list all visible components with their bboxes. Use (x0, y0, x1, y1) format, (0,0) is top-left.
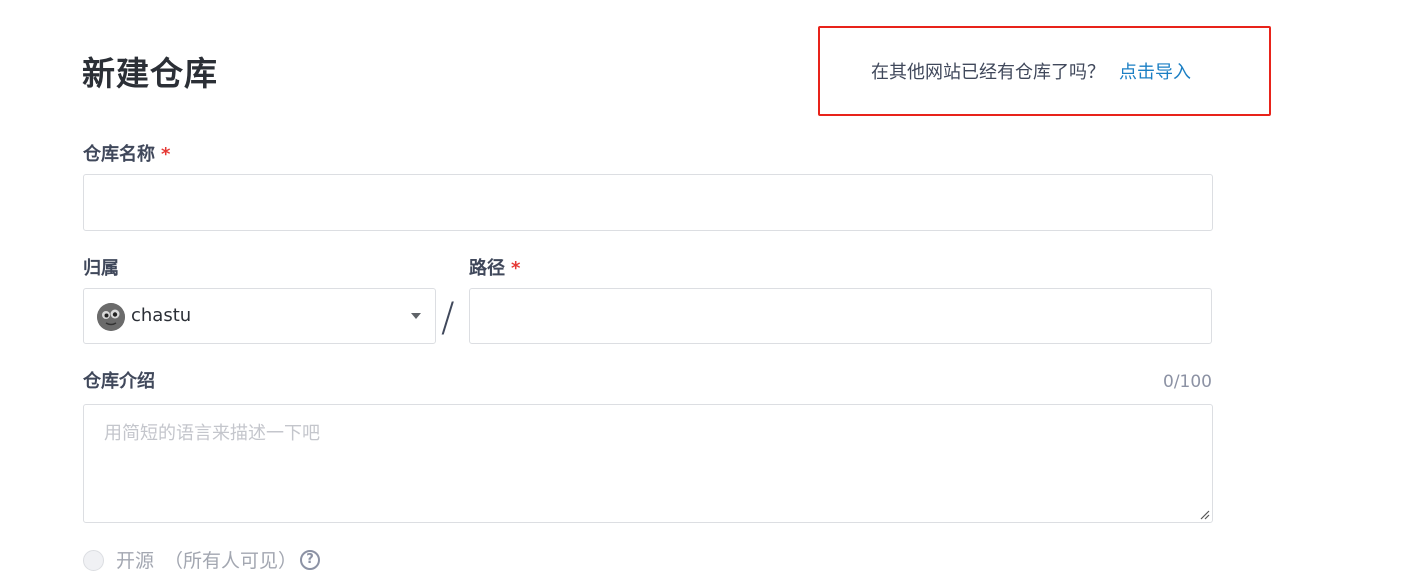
open-source-note: （所有人可见） (164, 550, 298, 572)
import-prompt-text: 在其他网站已经有仓库了吗？ (871, 62, 1105, 83)
required-star: * (511, 258, 521, 279)
description-placeholder: 用简短的语言来描述一下吧 (104, 423, 320, 444)
avatar-icon (97, 303, 125, 331)
owner-label: 归属 (83, 258, 119, 279)
owner-select[interactable]: chastu (83, 288, 436, 344)
import-link[interactable]: 点击导入 (1119, 62, 1191, 83)
description-label: 仓库介绍 (83, 371, 155, 392)
import-prompt: 在其他网站已经有仓库了吗？ 点击导入 (871, 60, 1191, 86)
resize-handle-icon[interactable] (1198, 508, 1210, 520)
question-circle-icon[interactable]: ? (300, 550, 320, 570)
repo-name-label: 仓库名称 * (83, 143, 170, 167)
repo-name-label-text: 仓库名称 (83, 144, 155, 165)
description-char-counter: 0/100 (1163, 372, 1212, 392)
path-input[interactable] (469, 288, 1212, 344)
page-title: 新建仓库 (82, 54, 218, 93)
path-label-text: 路径 (469, 258, 505, 279)
path-label: 路径 * (469, 257, 520, 281)
repo-name-input[interactable] (83, 174, 1213, 231)
open-source-label: 开源 （所有人可见） (116, 548, 297, 574)
required-star: * (161, 144, 171, 165)
chevron-down-icon (411, 313, 421, 319)
description-textarea[interactable]: 用简短的语言来描述一下吧 (83, 404, 1213, 523)
owner-selected-value: chastu (131, 305, 192, 326)
open-source-option: 开源 (116, 550, 155, 572)
path-separator: / (441, 295, 455, 341)
open-source-radio[interactable] (83, 550, 104, 571)
